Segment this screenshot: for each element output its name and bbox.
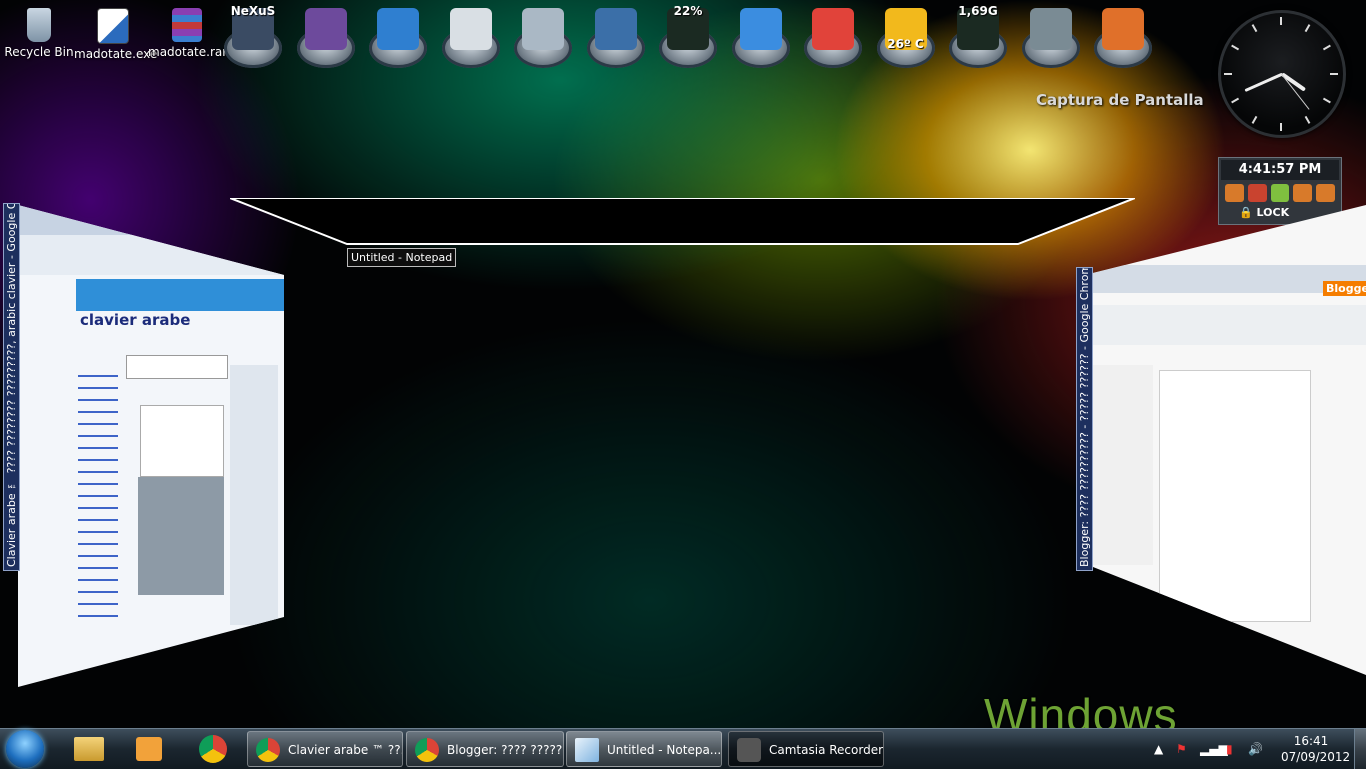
exe-icon <box>97 8 129 44</box>
analog-clock-gadget <box>1218 10 1346 138</box>
clock-tick <box>1330 73 1338 75</box>
power-status-icon[interactable]: ▮ <box>1226 729 1233 769</box>
taskbar-time: 16:41 <box>1293 734 1329 748</box>
key-icon[interactable] <box>1293 184 1313 202</box>
desktop-icon-label: madotate.exe <box>74 47 158 61</box>
chrome-window-clavier-label: Clavier arabe ™ ???? ???????? ?????????,… <box>3 203 20 571</box>
task-notepad[interactable]: Untitled - Notepa... <box>566 731 722 767</box>
desktop-icon-madotate-rar[interactable]: madotate.rar <box>148 2 228 59</box>
virtualbox-icon <box>594 8 637 50</box>
desktop-icon-madotate-exe[interactable]: madotate.exe <box>74 2 157 61</box>
volume-icon[interactable]: 🔊 <box>1248 729 1263 769</box>
dock-item-winrar-archive[interactable] <box>293 4 359 70</box>
chrome-icon <box>199 735 227 763</box>
start-button[interactable] <box>6 730 44 768</box>
action-center-icon[interactable]: ⚑ <box>1176 729 1187 769</box>
capture-gadget-label[interactable]: Captura de Pantalla <box>1036 91 1204 109</box>
dock-item-windows[interactable] <box>365 4 431 70</box>
dock-item-weather-sun[interactable]: 26º C <box>873 4 939 70</box>
desktop-icon-label: madotate.rar <box>148 45 228 59</box>
windows-icon <box>377 8 419 50</box>
clock-tick <box>1231 44 1240 51</box>
power-icon[interactable] <box>1247 184 1267 202</box>
lock-label: LOCK <box>1256 206 1290 219</box>
task-blogger[interactable]: Blogger: ???? ?????... <box>406 731 564 767</box>
explosion-icon <box>1102 8 1144 50</box>
clock-tick <box>1322 44 1331 51</box>
dock-item-globe[interactable] <box>1018 4 1084 70</box>
folder-icon <box>74 737 104 761</box>
clock-icon <box>449 8 492 50</box>
clock-tick <box>1304 115 1311 124</box>
dock-item-trash[interactable] <box>510 4 576 70</box>
clock-tick <box>1251 24 1258 33</box>
gadget-time: 4:41:57 PM <box>1221 160 1339 180</box>
desktop-icon-recycle-bin[interactable]: Recycle Bin <box>0 2 78 59</box>
clock-second-hand <box>1281 73 1310 110</box>
task-label: Clavier arabe ™ ??... <box>288 743 403 757</box>
clock-tick <box>1322 97 1331 104</box>
pinned-explorer[interactable] <box>62 732 116 766</box>
dock-item-clock[interactable] <box>438 4 504 70</box>
dock-item-nexus[interactable]: NeXuS <box>220 4 286 70</box>
chrome-window-blogger[interactable]: Blogger <box>1093 205 1366 675</box>
blogger-logo: Blogger <box>1323 281 1366 296</box>
desktop-icon-label: Recycle Bin <box>4 45 74 59</box>
network-signal-icon[interactable]: ▂▄▆ <box>1200 729 1228 769</box>
notepad-window-label: Untitled - Notepad <box>347 248 457 267</box>
notepad-window-3d[interactable] <box>230 198 1135 246</box>
system-control-gadget: 4:41:57 PM 🔒 LOCK <box>1218 157 1342 225</box>
taskbar-date: 07/09/2012 <box>1281 750 1351 764</box>
clock-tick <box>1280 17 1282 25</box>
notepad-icon <box>575 738 599 762</box>
winrar-icon <box>172 8 202 42</box>
logoff-icon[interactable] <box>1225 184 1244 202</box>
clock-tick <box>1224 73 1232 75</box>
task-label: Blogger: ???? ?????... <box>447 743 564 757</box>
media-player-icon <box>136 737 162 761</box>
dock-item-text: 1,69G <box>958 4 998 18</box>
chrome-icon <box>812 8 854 50</box>
chrome-window-blogger-label: Blogger: ???? ?????????? - ????? ?????? … <box>1076 267 1093 571</box>
task-clavier-arabe[interactable]: Clavier arabe ™ ??... <box>247 731 403 767</box>
dock-item-chrome[interactable] <box>800 4 866 70</box>
dock-item-memory-meter[interactable]: 1,69G <box>945 4 1011 70</box>
safari-icon <box>739 8 782 50</box>
restart-icon[interactable] <box>1270 184 1290 202</box>
camtasia-icon <box>737 738 761 762</box>
task-label: Untitled - Notepa... <box>607 743 722 757</box>
pinned-media-player[interactable] <box>122 732 176 766</box>
gadget-buttons <box>1219 182 1341 204</box>
dock-item-safari[interactable] <box>728 4 794 70</box>
clock-tick <box>1304 24 1311 33</box>
dock-item-text: 26º C <box>887 37 924 51</box>
task-camtasia[interactable]: Camtasia Recorder <box>728 731 884 767</box>
globe-icon <box>1029 8 1072 50</box>
dock-item-text: NeXuS <box>230 4 276 18</box>
task-label: Camtasia Recorder <box>769 743 884 757</box>
show-hidden-icons-button[interactable]: ▲ <box>1154 729 1163 769</box>
clock-tick <box>1280 123 1282 131</box>
dock-item-virtualbox[interactable] <box>583 4 649 70</box>
taskbar-clock[interactable]: 16:41 07/09/2012 <box>1281 733 1351 765</box>
taskbar: Clavier arabe ™ ??... Blogger: ???? ????… <box>0 728 1366 769</box>
clock-tick <box>1231 97 1240 104</box>
recycle-bin-icon <box>27 8 51 42</box>
winrar-archive-icon <box>304 8 347 50</box>
pinned-chrome[interactable] <box>186 732 240 766</box>
dock-item-explosion[interactable] <box>1090 4 1156 70</box>
clock-minute-hand <box>1244 72 1284 93</box>
chrome-icon <box>256 738 280 762</box>
dock-item-text: 22% <box>673 4 703 18</box>
eject-icon[interactable] <box>1316 184 1335 202</box>
clock-tick <box>1251 115 1258 124</box>
clavier-logo: clavier arabe <box>80 311 191 329</box>
show-desktop-button[interactable] <box>1354 729 1366 769</box>
chrome-icon <box>415 738 439 762</box>
dock-item-cpu-meter[interactable]: 22% <box>655 4 721 70</box>
trash-icon <box>522 8 564 50</box>
chrome-window-clavier[interactable]: clavier arabe <box>18 205 284 687</box>
